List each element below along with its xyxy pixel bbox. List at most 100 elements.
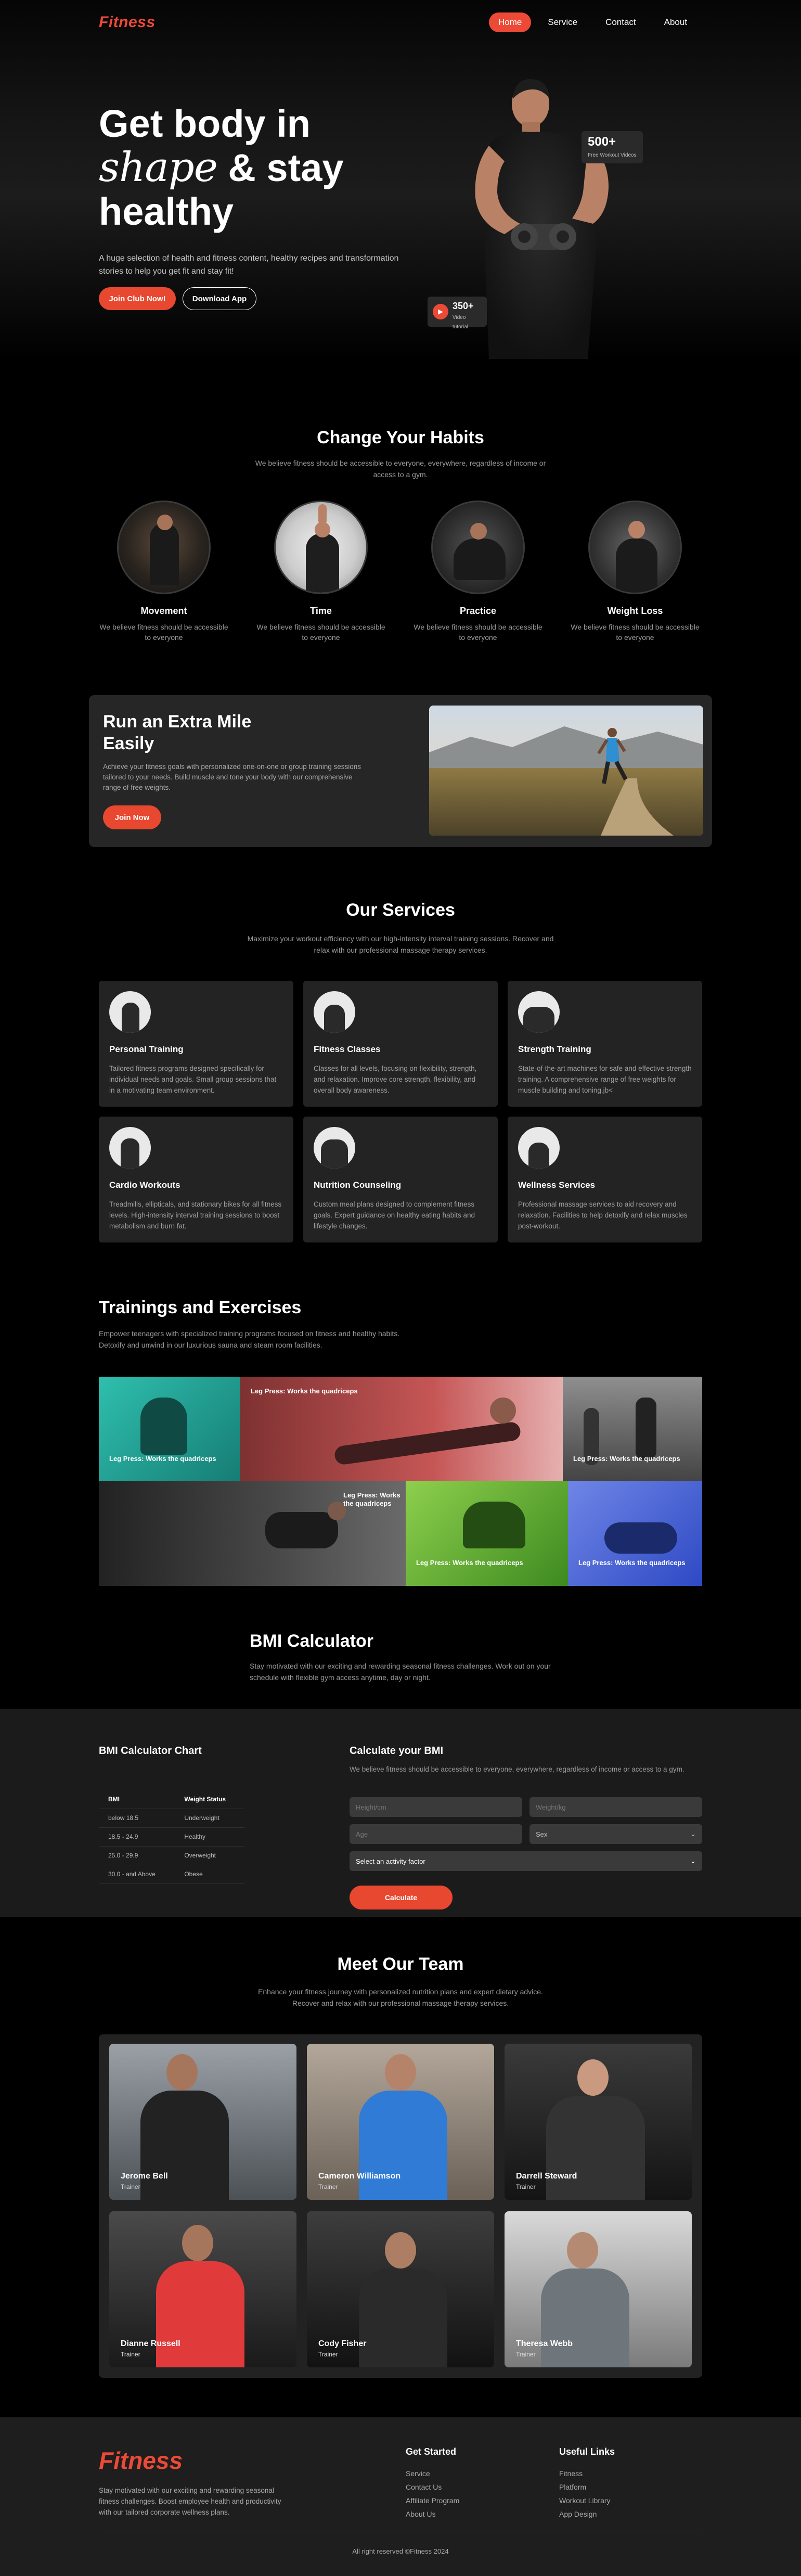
age-input[interactable]: [350, 1824, 522, 1844]
bmi-chart-title: BMI Calculator Chart: [99, 1745, 202, 1757]
training-tile[interactable]: Leg Press: Works the quadriceps: [99, 1481, 406, 1586]
team-member-card[interactable]: Dianne Russell Trainer: [109, 2211, 296, 2367]
team-member-card[interactable]: Theresa Webb Trainer: [505, 2211, 692, 2367]
service-desc: Professional massage services to aid rec…: [518, 1200, 688, 1230]
fitness-classes-icon: [314, 991, 355, 1033]
service-card-personal-training[interactable]: Personal Training Tailored fitness progr…: [99, 981, 293, 1107]
habit-card-time: Time We believe fitness should be access…: [256, 501, 386, 643]
habit-card-movement: Movement We believe fitness should be ac…: [99, 501, 229, 643]
nav-link-contact[interactable]: Contact: [594, 12, 648, 32]
habit-title: Weight Loss: [607, 606, 663, 616]
training-caption: Leg Press: Works the quadriceps: [573, 1455, 680, 1463]
footer-link-about-us[interactable]: About Us: [406, 2507, 459, 2521]
footer-link-fitness[interactable]: Fitness: [559, 2467, 615, 2480]
calculate-button[interactable]: Calculate: [350, 1886, 453, 1909]
service-card-wellness-services[interactable]: Wellness Services Professional massage s…: [508, 1117, 702, 1242]
training-tile[interactable]: Leg Press: Works the quadriceps: [99, 1377, 240, 1481]
service-desc: State-of-the-art machines for safe and e…: [518, 1065, 692, 1094]
services-subtitle: Maximize your workout efficiency with ou…: [247, 934, 554, 954]
activity-factor-select[interactable]: Select an activity factor ⌄: [350, 1851, 702, 1871]
team-member-role: Trainer: [121, 2351, 140, 2358]
training-caption: Leg Press: Works the quadriceps: [416, 1559, 523, 1567]
video-tutorial-count: 350+: [453, 301, 474, 311]
habits-section: Change Your Habits We believe fitness sh…: [0, 428, 801, 642]
bmi-range: 30.0 - and Above: [99, 1865, 175, 1884]
service-title: Nutrition Counseling: [314, 1180, 402, 1190]
video-tutorial-stat: ▶ 350+ Video tutorial: [428, 297, 487, 330]
nav-link-service[interactable]: Service: [536, 12, 589, 32]
trainings-title: Trainings and Exercises: [99, 1298, 302, 1317]
cardio-workouts-icon: [109, 1127, 151, 1169]
service-card-nutrition-counseling[interactable]: Nutrition Counseling Custom meal plans d…: [303, 1117, 498, 1242]
workout-videos-label: Free Workout Videos: [588, 152, 637, 158]
team-intro: Meet Our Team Enhance your fitness journ…: [0, 1954, 801, 2009]
training-tile[interactable]: Leg Press: Works the quadriceps: [406, 1481, 568, 1586]
service-title: Wellness Services: [518, 1180, 596, 1190]
team-member-card[interactable]: Jerome Bell Trainer: [109, 2044, 296, 2200]
footer-column-title: Get Started: [406, 2446, 457, 2457]
team-member-name: Cameron Williamson: [318, 2172, 401, 2181]
service-desc: Classes for all levels, focusing on flex…: [314, 1065, 477, 1094]
services-section: Our Services Maximize your workout effic…: [0, 900, 801, 1242]
service-title: Strength Training: [518, 1044, 591, 1054]
footer-link-affiliate[interactable]: Affiliate Program: [406, 2494, 459, 2507]
join-now-button[interactable]: Join Now: [103, 805, 161, 829]
sex-select-value: Sex: [536, 1830, 548, 1838]
height-input[interactable]: [350, 1797, 522, 1817]
workout-videos-count: 500+: [588, 135, 616, 149]
habit-title: Time: [310, 606, 332, 616]
service-card-fitness-classes[interactable]: Fitness Classes Classes for all levels, …: [303, 981, 498, 1107]
footer-link-app-design[interactable]: App Design: [559, 2507, 615, 2521]
runner-image: [429, 706, 703, 836]
chevron-down-icon: ⌄: [690, 1830, 696, 1838]
nutrition-counseling-icon: [314, 1127, 355, 1169]
habit-image-practice: [431, 501, 525, 594]
habits-title: Change Your Habits: [317, 428, 484, 447]
team-member-card[interactable]: Darrell Steward Trainer: [505, 2044, 692, 2200]
footer-logo[interactable]: Fitness: [99, 2446, 183, 2475]
trainings-gallery: Leg Press: Works the quadriceps Leg Pres…: [99, 1377, 702, 1586]
footer-link-contact-us[interactable]: Contact Us: [406, 2480, 459, 2494]
table-row: 18.5 - 24.9 Healthy: [99, 1827, 244, 1847]
habits-subtitle: We believe fitness should be accessible …: [255, 459, 546, 479]
run-banner-title: Run an Extra Mile Easily: [103, 712, 252, 753]
service-card-cardio-workouts[interactable]: Cardio Workouts Treadmills, ellipticals,…: [99, 1117, 293, 1242]
bmi-subtitle: Stay motivated with our exciting and rew…: [250, 1662, 551, 1682]
training-tile[interactable]: Leg Press: Works the quadriceps: [568, 1481, 702, 1586]
team-member-name: Theresa Webb: [516, 2339, 573, 2348]
training-tile[interactable]: Leg Press: Works the quadriceps: [240, 1377, 563, 1481]
training-caption: Leg Press: Works the quadriceps: [109, 1455, 216, 1463]
weight-input[interactable]: [529, 1797, 702, 1817]
habit-image-time: [274, 501, 368, 594]
services-title: Our Services: [346, 900, 455, 920]
footer-link-platform[interactable]: Platform: [559, 2480, 615, 2494]
team-member-name: Cody Fisher: [318, 2339, 367, 2348]
download-app-button[interactable]: Download App: [183, 287, 256, 310]
footer-link-workout-library[interactable]: Workout Library: [559, 2494, 615, 2507]
training-tile[interactable]: Leg Press: Works the quadriceps: [563, 1377, 702, 1481]
run-banner-desc: Achieve your fitness goals with personal…: [103, 763, 361, 791]
hero-title-line3: healthy: [99, 190, 234, 233]
team-subtitle: Enhance your fitness journey with person…: [258, 1988, 543, 2007]
bmi-column-header: Weight Status: [175, 1790, 244, 1809]
training-caption: Leg Press: Works the quadriceps: [251, 1387, 358, 1395]
sex-select[interactable]: Sex ⌄: [529, 1824, 702, 1844]
play-icon[interactable]: ▶: [433, 304, 448, 319]
nav-link-about[interactable]: About: [653, 12, 699, 32]
join-club-button[interactable]: Join Club Now!: [99, 287, 176, 310]
team-member-card[interactable]: Cameron Williamson Trainer: [307, 2044, 494, 2200]
bmi-range: below 18.5: [99, 1809, 175, 1828]
workout-videos-stat: 500+ Free Workout Videos: [582, 131, 643, 163]
team-member-card[interactable]: Cody Fisher Trainer: [307, 2211, 494, 2367]
team-member-role: Trainer: [121, 2183, 140, 2190]
brand-logo[interactable]: Fitness: [99, 14, 156, 31]
service-card-strength-training[interactable]: Strength Training State-of-the-art machi…: [508, 981, 702, 1107]
hero-title-script: shape: [99, 144, 218, 191]
habit-card-practice: Practice We believe fitness should be ac…: [413, 501, 543, 643]
hero-subtitle: A huge selection of health and fitness c…: [99, 254, 399, 276]
nav-link-home[interactable]: Home: [489, 12, 532, 32]
video-tutorial-label: Video tutorial: [453, 315, 469, 330]
chevron-down-icon: ⌄: [690, 1857, 696, 1865]
footer-link-service[interactable]: Service: [406, 2467, 459, 2480]
footer-description: Stay motivated with our exciting and rew…: [99, 2487, 281, 2516]
